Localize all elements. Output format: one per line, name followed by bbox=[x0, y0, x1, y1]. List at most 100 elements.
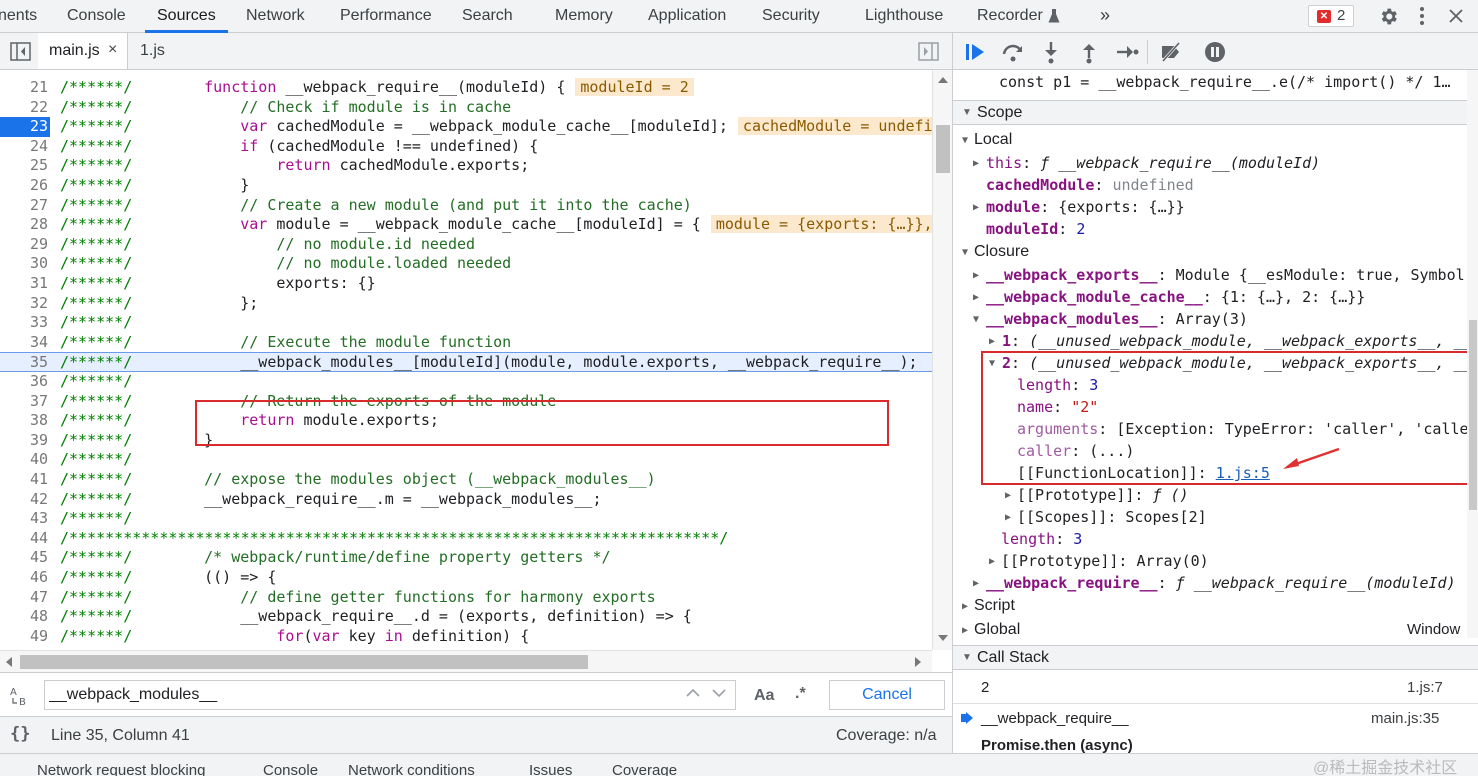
close-devtools-icon[interactable] bbox=[1449, 9, 1463, 23]
expand-arrow-icon[interactable]: ▶ bbox=[973, 270, 979, 281]
pretty-print-icon[interactable]: {} bbox=[10, 724, 30, 744]
drawer-tab-coverage[interactable]: Coverage bbox=[612, 762, 677, 776]
toggle-debugger-icon[interactable] bbox=[918, 42, 939, 61]
step-icon[interactable] bbox=[1115, 40, 1139, 64]
expand-arrow-icon[interactable]: ▶ bbox=[962, 601, 968, 612]
code-line[interactable]: 47 /******/ // define getter functions fo… bbox=[0, 588, 932, 608]
code-line[interactable]: 48 /******/ __webpack_require__.d = (expo… bbox=[0, 607, 932, 627]
line-number[interactable]: 44 bbox=[0, 529, 50, 549]
line-number[interactable]: 21 bbox=[0, 78, 50, 98]
expand-arrow-icon[interactable]: ▶ bbox=[989, 336, 995, 347]
module-2-scopes[interactable]: [[Scopes]]: Scopes[2] bbox=[1017, 506, 1207, 528]
expand-arrow-icon[interactable]: ▼ bbox=[989, 358, 995, 369]
line-number[interactable]: 39 bbox=[0, 431, 50, 451]
line-number[interactable]: 26 bbox=[0, 176, 50, 196]
next-match-icon[interactable] bbox=[712, 688, 726, 698]
code-line[interactable]: 46 /******/ (() => { bbox=[0, 568, 932, 588]
scroll-down-icon[interactable] bbox=[938, 635, 948, 642]
deactivate-breakpoints-icon[interactable] bbox=[1159, 40, 1183, 64]
module-entry-1[interactable]: 1: (__unused_webpack_module, __webpack_e… bbox=[1002, 330, 1472, 352]
tab-console[interactable]: Console bbox=[67, 0, 126, 33]
tab-memory[interactable]: Memory bbox=[555, 0, 613, 33]
scope-entry-webpack-module-cache[interactable]: __webpack_module_cache__: {1: {…}, 2: {…… bbox=[986, 286, 1365, 308]
code-line[interactable]: 45 /******/ /* webpack/runtime/define pro… bbox=[0, 548, 932, 568]
more-tabs-button[interactable]: » bbox=[1100, 0, 1110, 33]
code-line[interactable]: 38 /******/ return module.exports; bbox=[0, 411, 932, 431]
code-line[interactable]: 22 /******/ // Check if module is in cach… bbox=[0, 98, 932, 118]
line-number[interactable]: 40 bbox=[0, 450, 50, 470]
global-scope-label[interactable]: Global bbox=[974, 619, 1020, 641]
call-frame[interactable]: 2 1.js:7 bbox=[953, 674, 1478, 704]
pause-on-exceptions-icon[interactable] bbox=[1203, 40, 1227, 64]
modules-array-prototype[interactable]: [[Prototype]]: Array(0) bbox=[1001, 550, 1209, 572]
code-line[interactable]: 42 /******/ __webpack_require__.m = __web… bbox=[0, 490, 932, 510]
line-number[interactable]: 46 bbox=[0, 568, 50, 588]
match-case-button[interactable]: Aa bbox=[754, 687, 774, 705]
line-number[interactable]: 36 bbox=[0, 372, 50, 392]
tab-lighthouse[interactable]: Lighthouse bbox=[865, 0, 943, 33]
line-number[interactable]: 33 bbox=[0, 313, 50, 333]
code-line[interactable]: 26 /******/ } bbox=[0, 176, 932, 196]
drawer-tab-issues[interactable]: Issues bbox=[529, 762, 572, 776]
tab-sources[interactable]: Sources bbox=[145, 0, 228, 33]
expand-arrow-icon[interactable]: ▶ bbox=[1005, 490, 1011, 501]
expand-arrow-icon[interactable]: ▶ bbox=[973, 292, 979, 303]
scope-entry-this[interactable]: this: ƒ __webpack_require__(moduleId) bbox=[986, 152, 1320, 174]
drawer-tab-network-request-blocking[interactable]: Network request blocking bbox=[37, 762, 205, 776]
expand-arrow-icon[interactable]: ▶ bbox=[973, 202, 979, 213]
scroll-thumb[interactable] bbox=[20, 655, 588, 669]
closure-scope-label[interactable]: Closure bbox=[974, 241, 1029, 263]
module-entry-2[interactable]: 2: (__unused_webpack_module, __webpack_e… bbox=[1002, 352, 1472, 374]
resume-icon[interactable] bbox=[963, 40, 987, 64]
code-line[interactable]: 30 /******/ // no module.loaded needed bbox=[0, 254, 932, 274]
expand-arrow-icon[interactable]: ▶ bbox=[973, 158, 979, 169]
cancel-button[interactable]: Cancel bbox=[829, 680, 945, 710]
code-line[interactable]: 40 /******/ bbox=[0, 450, 932, 470]
line-number[interactable]: 30 bbox=[0, 254, 50, 274]
drawer-tab-console[interactable]: Console bbox=[263, 762, 318, 776]
editor-tab-1-js[interactable]: 1.js bbox=[140, 42, 165, 60]
line-number[interactable]: 22 bbox=[0, 98, 50, 118]
scroll-left-icon[interactable] bbox=[5, 657, 12, 667]
editor-horizontal-scrollbar[interactable] bbox=[0, 650, 932, 672]
code-line[interactable]: 32 /******/ }; bbox=[0, 294, 932, 314]
expand-arrow-icon[interactable]: ▶ bbox=[989, 556, 995, 567]
scope-entry-webpack-modules[interactable]: __webpack_modules__: Array(3) bbox=[986, 308, 1248, 330]
tab-performance[interactable]: Performance bbox=[340, 0, 432, 33]
expand-arrow-icon[interactable]: ▼ bbox=[962, 135, 968, 146]
code-line[interactable]: 25 /******/ return cachedModule.exports; bbox=[0, 156, 932, 176]
code-line[interactable]: 44 /*************************************… bbox=[0, 529, 932, 549]
code-line[interactable]: 27 /******/ // Create a new module (and p… bbox=[0, 196, 932, 216]
code-line[interactable]: 21 /******/ function __webpack_require__(… bbox=[0, 78, 932, 98]
line-number[interactable]: 24 bbox=[0, 137, 50, 157]
code-line[interactable]: 43 /******/ bbox=[0, 509, 932, 529]
code-line[interactable]: 33 /******/ bbox=[0, 313, 932, 333]
code-line[interactable]: 29 /******/ // no module.id needed bbox=[0, 235, 932, 255]
line-number[interactable]: 45 bbox=[0, 548, 50, 568]
editor-tab-main-js[interactable]: main.js × bbox=[38, 33, 128, 69]
kebab-menu-icon[interactable] bbox=[1419, 6, 1425, 26]
line-number[interactable]: 48 bbox=[0, 607, 50, 627]
scope-entry-module[interactable]: module: {exports: {…}} bbox=[986, 196, 1185, 218]
code-editor[interactable]: 21 /******/ function __webpack_require__(… bbox=[0, 70, 932, 650]
previous-match-icon[interactable] bbox=[686, 688, 700, 698]
line-number[interactable]: 28 bbox=[0, 215, 50, 235]
module-2-prototype[interactable]: [[Prototype]]: ƒ () bbox=[1017, 484, 1189, 506]
search-input[interactable] bbox=[44, 680, 736, 710]
close-tab-icon[interactable]: × bbox=[108, 41, 117, 59]
line-number[interactable]: 41 bbox=[0, 470, 50, 490]
line-number[interactable]: 25 bbox=[0, 156, 50, 176]
replace-toggle-icon[interactable]: AB bbox=[10, 685, 32, 707]
line-number[interactable]: 47 bbox=[0, 588, 50, 608]
line-number[interactable]: 27 bbox=[0, 196, 50, 216]
step-into-icon[interactable] bbox=[1039, 40, 1063, 64]
line-number[interactable]: 31 bbox=[0, 274, 50, 294]
expand-arrow-icon[interactable]: ▶ bbox=[973, 578, 979, 589]
line-number[interactable]: 49 bbox=[0, 627, 50, 647]
scroll-up-icon[interactable] bbox=[938, 76, 948, 83]
code-line[interactable]: 41 /******/ // expose the modules object … bbox=[0, 470, 932, 490]
code-line[interactable]: 23 /******/ var cachedModule = __webpack_… bbox=[0, 117, 932, 137]
script-scope-label[interactable]: Script bbox=[974, 595, 1015, 617]
tab-search[interactable]: Search bbox=[462, 0, 513, 33]
expand-arrow-icon[interactable]: ▶ bbox=[1005, 512, 1011, 523]
